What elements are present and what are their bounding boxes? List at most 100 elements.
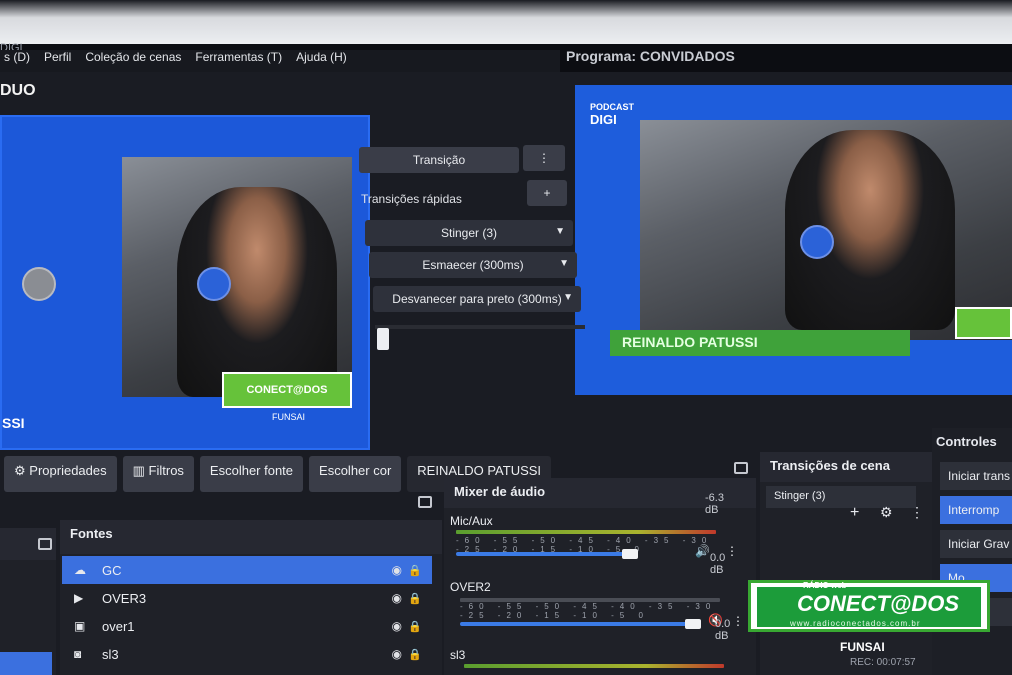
track-name: sl3 <box>450 648 466 662</box>
scenes-list[interactable] <box>0 560 56 675</box>
volume-fader-knob[interactable] <box>622 549 638 559</box>
program-microphone-icon <box>800 225 834 259</box>
logo-top-text: RÁDIO web <box>803 581 847 590</box>
more-vertical-icon[interactable]: ⋮ <box>910 504 924 521</box>
podcast-tag: PODCAST DIGI <box>590 102 634 127</box>
preview-left-label: SSI <box>2 415 25 431</box>
more-vertical-icon: ⋮ <box>538 151 550 165</box>
menu-item-scenes[interactable]: s (D) <box>4 50 30 72</box>
filters-button[interactable]: ▥ Filtros <box>122 456 194 492</box>
track-name: Mic/Aux <box>450 514 493 528</box>
microphone-icon <box>197 267 231 301</box>
quick-transition-fade-black[interactable]: Desvanecer para preto (300ms) ▼ <box>373 286 581 312</box>
volume-fader[interactable] <box>460 622 695 626</box>
eye-icon[interactable]: ◉ <box>392 619 402 633</box>
preview-logo-badge: CONECT@DOS <box>222 372 352 408</box>
mixer-title: Mixer de áudio <box>454 484 546 499</box>
transitions-panel: Transição ⋮ Transições rápidas + Stinger… <box>355 140 585 355</box>
preview-title: DUO <box>0 82 36 99</box>
start-recording-button[interactable]: Iniciar Grav <box>940 530 1012 558</box>
tbar-track[interactable] <box>375 325 585 329</box>
rec-status: REC: 00:07:57 <box>850 657 916 668</box>
properties-button[interactable]: ⚙ Propriedades <box>4 456 117 492</box>
quick-transitions-label: Transições rápidas <box>361 192 462 206</box>
track-name: OVER2 <box>450 580 491 594</box>
source-label: OVER3 <box>102 590 147 606</box>
eye-icon[interactable]: ◉ <box>392 591 402 605</box>
mixer-track-sl3: sl3 0.0 dB <box>450 618 740 668</box>
lock-icon[interactable]: 🔒 <box>408 648 422 661</box>
quick-transition-label: Stinger (3) <box>440 226 498 240</box>
speaker-icon[interactable]: 🔊 <box>695 544 710 558</box>
volume-meter <box>456 530 716 534</box>
menu-item-tools[interactable]: Ferramentas (T) <box>195 50 282 72</box>
preview-canvas[interactable]: CONECT@DOS FUNSAI SSI <box>0 115 370 450</box>
choose-color-button[interactable]: Escolher cor <box>309 456 402 492</box>
chevron-down-icon: ▼ <box>555 226 565 237</box>
volume-fader[interactable] <box>456 552 636 556</box>
undock-icon[interactable] <box>734 462 748 474</box>
quick-transition-label: Esmaecer (300ms) <box>422 258 524 272</box>
program-canvas: PODCAST DIGI REINALDO PATUSSI <box>575 85 1012 395</box>
lock-icon[interactable]: 🔒 <box>408 620 422 633</box>
program-logo-badge <box>955 307 1012 339</box>
quick-transition-fade[interactable]: Esmaecer (300ms) ▼ <box>369 252 577 278</box>
start-streaming-button[interactable]: Iniciar trans <box>940 462 1012 490</box>
preview-badge-text: CONECT@DOS <box>246 384 328 396</box>
logo-url: www.radioconectados.com.br <box>790 619 921 628</box>
mixer-track-mic-aux: Mic/Aux -6.3 dB -60 -55 -50 -45 -40 -35 … <box>450 492 740 559</box>
scenes-dock-header <box>0 528 56 560</box>
source-label: sl3 <box>102 646 119 662</box>
play-icon: ▶ <box>74 591 84 605</box>
transition-button[interactable]: Transição <box>359 147 519 173</box>
lock-icon[interactable]: 🔒 <box>408 564 422 577</box>
scene-transition-selected: Stinger (3) <box>774 490 826 502</box>
plus-icon[interactable]: + <box>850 504 859 522</box>
source-label: GC <box>102 562 122 578</box>
quick-transition-stinger[interactable]: Stinger (3) ▼ <box>365 220 573 246</box>
sources-title: Fontes <box>70 526 113 541</box>
sources-dock-header: Fontes <box>60 496 442 554</box>
image-icon: ▣ <box>74 619 86 633</box>
scene-transition-select[interactable]: Stinger (3) <box>766 486 916 508</box>
studio-mic-icon <box>22 267 56 301</box>
stop-button[interactable]: Interromp <box>940 496 1012 524</box>
undock-icon[interactable] <box>418 496 432 508</box>
group-icon: ☁ <box>74 563 86 577</box>
track-db: 0.0 dB <box>710 552 726 576</box>
transition-menu-button[interactable]: ⋮ <box>523 145 565 171</box>
gear-icon[interactable]: ⚙ <box>880 504 893 521</box>
undock-icon[interactable] <box>38 538 52 550</box>
track-db: 0.0 dB <box>715 618 731 642</box>
source-item-over1[interactable]: ▣ over1 ◉ 🔒 <box>62 612 432 640</box>
source-item-sl3[interactable]: ◙ sl3 ◉ 🔒 <box>62 640 432 668</box>
menu-item-scene-collection[interactable]: Coleção de cenas <box>85 50 181 72</box>
source-item-gc[interactable]: ☁ GC ◉ 🔒 <box>62 556 432 584</box>
volume-meter <box>464 664 724 668</box>
menu-item-help[interactable]: Ajuda (H) <box>296 50 347 72</box>
filters-label: Filtros <box>148 463 184 478</box>
program-title: Programa: CONVIDADOS <box>566 48 735 64</box>
eye-icon[interactable]: ◉ <box>392 647 402 661</box>
preview-badge-sub: FUNSAI <box>272 412 306 422</box>
quick-transition-label: Desvanecer para preto (300ms) <box>392 292 562 306</box>
menu-item-profile[interactable]: Perfil <box>44 50 71 72</box>
lock-icon[interactable]: 🔒 <box>408 592 422 605</box>
source-label: over1 <box>102 618 135 634</box>
monitor-bezel <box>0 0 1012 44</box>
choose-source-button[interactable]: Escolher fonte <box>199 456 304 492</box>
tbar-handle[interactable] <box>377 328 389 350</box>
filter-icon: ▥ <box>132 463 145 478</box>
volume-fader-knob[interactable] <box>685 619 701 629</box>
scene-item-selected[interactable] <box>0 652 52 675</box>
gear-icon: ⚙ <box>14 463 26 478</box>
scene-transitions-header: Transições de cena <box>760 452 932 482</box>
camera-icon: ◙ <box>74 647 82 661</box>
logo-sub: FUNSAI <box>840 640 885 654</box>
chevron-down-icon: ▼ <box>563 292 573 303</box>
add-quick-transition-button[interactable]: + <box>527 180 567 206</box>
eye-icon[interactable]: ◉ <box>392 563 402 577</box>
menubar: s (D) Perfil Coleção de cenas Ferramenta… <box>0 50 560 72</box>
plus-icon: + <box>543 186 551 200</box>
source-item-over3[interactable]: ▶ OVER3 ◉ 🔒 <box>62 584 432 612</box>
